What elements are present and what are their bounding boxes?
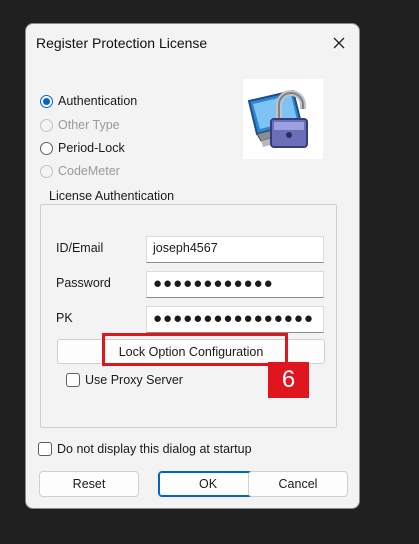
ok-button-label: OK xyxy=(198,477,218,491)
password-input[interactable]: ●●●●●●●●●●●● xyxy=(146,271,324,298)
pk-input[interactable]: ●●●●●●●●●●●●●●●● xyxy=(146,306,324,333)
radio-codemeter: CodeMeter xyxy=(40,164,120,178)
reset-button-label: Reset xyxy=(72,477,106,491)
do-not-display-box[interactable] xyxy=(38,442,52,456)
use-proxy-server-checkbox[interactable]: Use Proxy Server xyxy=(66,373,183,387)
close-icon xyxy=(333,37,345,49)
radio-period-lock-label: Period-Lock xyxy=(58,141,125,155)
radio-codemeter-dot xyxy=(40,164,53,178)
id-email-input[interactable]: joseph4567 xyxy=(146,236,324,263)
radio-authentication[interactable]: Authentication xyxy=(40,94,137,108)
group-legend: License Authentication xyxy=(46,189,178,203)
radio-other-type: Other Type xyxy=(40,118,120,132)
cancel-button[interactable]: Cancel xyxy=(248,471,348,497)
title-bar: Register Protection License xyxy=(26,24,359,62)
use-proxy-server-box[interactable] xyxy=(66,373,80,387)
reset-button[interactable]: Reset xyxy=(39,471,139,497)
radio-authentication-label: Authentication xyxy=(58,94,138,108)
close-button[interactable] xyxy=(323,28,355,58)
radio-other-type-label: Other Type xyxy=(58,118,120,132)
cancel-button-label: Cancel xyxy=(278,477,318,491)
radio-period-lock[interactable]: Period-Lock xyxy=(40,141,125,155)
dialog-title: Register Protection License xyxy=(36,35,208,51)
annotation-highlight-box xyxy=(102,333,288,366)
password-label: Password xyxy=(56,276,111,290)
pk-label: PK xyxy=(56,311,73,325)
radio-codemeter-label: CodeMeter xyxy=(58,164,120,178)
step-number-badge: 6 xyxy=(268,362,309,398)
register-license-dialog: Register Protection License Authenticati… xyxy=(25,23,360,509)
ok-button[interactable]: OK xyxy=(158,471,258,497)
do-not-display-label: Do not display this dialog at startup xyxy=(57,442,252,456)
use-proxy-server-label: Use Proxy Server xyxy=(85,373,183,387)
computer-padlock-icon xyxy=(243,79,323,159)
id-email-label: ID/Email xyxy=(56,241,104,255)
radio-period-lock-dot[interactable] xyxy=(40,141,53,155)
radio-authentication-dot[interactable] xyxy=(40,94,53,108)
do-not-display-checkbox[interactable]: Do not display this dialog at startup xyxy=(38,442,252,456)
radio-other-type-dot xyxy=(40,118,53,132)
